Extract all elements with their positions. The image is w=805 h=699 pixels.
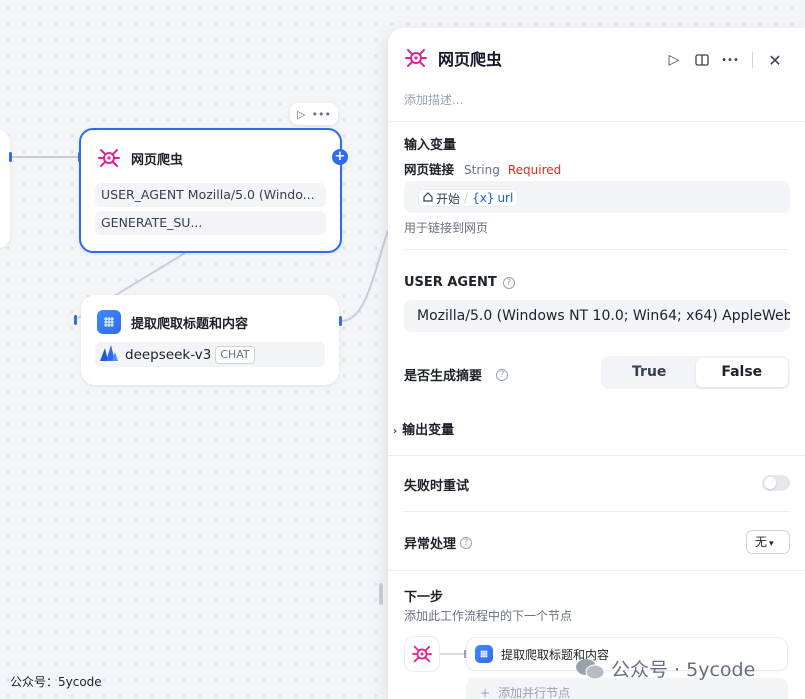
- node-mini-toolbar: ▷ •••: [290, 103, 338, 125]
- next-step-hint: 添加此工作流程中的下一个节点: [404, 609, 573, 623]
- summary-label: 是否生成摘要: [404, 369, 483, 384]
- next-step-source-node: [404, 636, 440, 672]
- divider: [388, 455, 805, 456]
- variable-reference-field[interactable]: 开始 / {x} url: [404, 181, 790, 213]
- chevron-right-icon: ›: [393, 426, 398, 437]
- input-variables-heading: 输入变量: [404, 138, 457, 153]
- option-true[interactable]: True: [603, 358, 696, 387]
- next-step-connector: [440, 650, 466, 658]
- output-variables-toggle[interactable]: › 输出变量: [393, 419, 454, 438]
- extract-node-title: 提取爬取标题和内容: [131, 316, 249, 332]
- toolbar-divider: [752, 52, 753, 68]
- add-next-node-icon[interactable]: +: [332, 149, 348, 165]
- crawler-param-user-agent: USER_AGENT Mozilla/5.0 (Windo...: [95, 183, 326, 207]
- llm-icon: [97, 310, 121, 334]
- spider-icon: [412, 645, 432, 663]
- edge-extract-to-next: [340, 229, 389, 322]
- chevron-down-icon: ▾: [769, 539, 774, 549]
- extract-input-handle[interactable]: [74, 315, 77, 325]
- ref-start-node: 开始: [436, 191, 461, 206]
- divider: [388, 121, 805, 122]
- watermark-right-text: 公众号 · 5ycode: [611, 659, 756, 681]
- next-step-heading: 下一步: [404, 590, 444, 605]
- variable-brace-icon: {x}: [472, 191, 495, 205]
- model-name: deepseek-v3: [125, 346, 212, 363]
- spider-icon: [97, 146, 121, 170]
- deepseek-icon: [99, 344, 119, 366]
- more-options-icon[interactable]: •••: [716, 50, 744, 70]
- upstream-node[interactable]: [0, 130, 10, 248]
- watermark-text: 公众号：5ycode: [10, 675, 102, 689]
- close-icon[interactable]: ✕: [761, 50, 789, 70]
- crawler-param-generate-summary: GENERATE_SU...: [95, 211, 326, 235]
- help-book-icon[interactable]: [688, 50, 716, 70]
- help-icon[interactable]: ?: [502, 276, 515, 289]
- watermark-overlay: 公众号 · 5ycode: [575, 655, 755, 682]
- run-icon[interactable]: ▷: [660, 50, 688, 70]
- ref-variable-name: url: [497, 191, 514, 205]
- variable-name: 网页链接: [404, 162, 455, 177]
- run-node-icon[interactable]: ▷: [297, 108, 305, 121]
- description-input[interactable]: 添加描述...: [404, 91, 463, 108]
- crawler-node[interactable]: 网页爬虫 USER_AGENT Mozilla/5.0 (Windo... GE…: [79, 128, 342, 253]
- extract-output-handle[interactable]: [339, 316, 342, 326]
- variable-type: String: [464, 163, 500, 177]
- upstream-output-handle[interactable]: [9, 152, 12, 162]
- variable-ref-pill[interactable]: 开始 / {x} url: [418, 189, 519, 207]
- variable-hint: 用于链接到网页: [404, 221, 489, 235]
- divider: [404, 511, 789, 512]
- retry-label: 失败时重试: [404, 479, 470, 494]
- error-handling-value: 无: [755, 535, 768, 549]
- panel-title[interactable]: 网页爬虫: [438, 46, 502, 70]
- model-mode-badge: CHAT: [215, 345, 255, 364]
- node-config-panel: 网页爬虫 ▷ ••• ✕ 添加描述... 输入变量 网页链接 String Re…: [388, 28, 805, 699]
- help-icon[interactable]: ?: [460, 536, 473, 549]
- extract-node[interactable]: 提取爬取标题和内容 deepseek-v3 CHAT: [81, 295, 339, 385]
- output-variables-heading: 输出变量: [402, 423, 455, 438]
- crawler-input-handle[interactable]: [78, 152, 81, 162]
- wechat-icon: [576, 658, 605, 679]
- llm-icon: [475, 645, 493, 663]
- more-icon[interactable]: •••: [312, 108, 331, 121]
- panel-spider-icon: [404, 46, 428, 70]
- summary-label-row: 是否生成摘要 ?: [404, 365, 509, 384]
- divider: [404, 249, 789, 250]
- plus-icon: +: [480, 686, 491, 699]
- error-handling-select[interactable]: 无 ▾: [746, 530, 790, 554]
- required-label: Required: [507, 163, 562, 177]
- user-agent-label: USER AGENT: [404, 275, 497, 290]
- error-label-row: 异常处理 ?: [404, 533, 473, 552]
- user-agent-label-row: USER AGENT ?: [404, 275, 515, 290]
- model-selector[interactable]: deepseek-v3 CHAT: [95, 342, 325, 367]
- variable-url-header: 网页链接 String Required: [404, 159, 561, 178]
- retry-switch[interactable]: [762, 475, 790, 491]
- divider: [388, 570, 805, 571]
- add-parallel-label: 添加并行节点: [498, 686, 571, 699]
- crawler-node-title: 网页爬虫: [131, 152, 184, 168]
- option-false[interactable]: False: [695, 358, 788, 387]
- error-handling-label: 异常处理: [404, 537, 457, 552]
- help-icon[interactable]: ?: [496, 368, 509, 381]
- user-agent-input[interactable]: Mozilla/5.0 (Windows NT 10.0; Win64; x64…: [404, 300, 790, 332]
- home-icon: [423, 191, 433, 205]
- summary-toggle-group: True False: [601, 356, 790, 389]
- panel-resize-handle[interactable]: [379, 583, 383, 605]
